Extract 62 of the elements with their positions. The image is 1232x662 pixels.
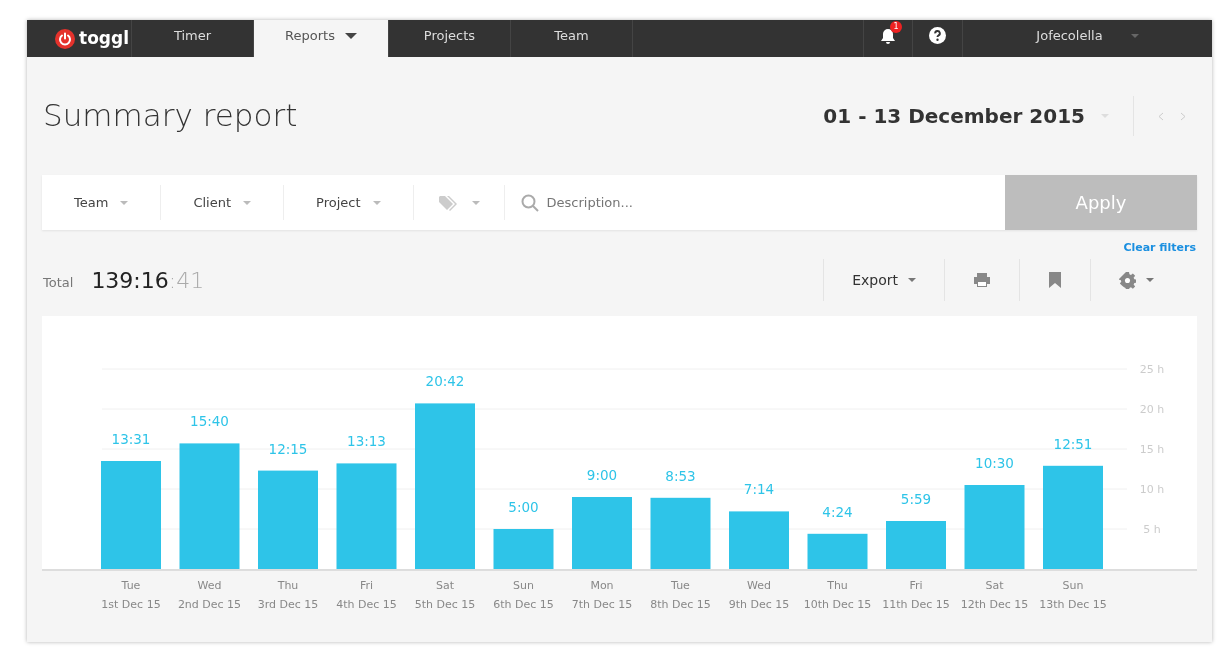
filter-dropdown[interactable]: Project [284,185,414,220]
print-icon [973,272,991,288]
date-label: 11th Dec 15 [882,598,950,611]
day-label: Tue [121,579,141,592]
day-label: Wed [747,579,771,592]
day-label: Thu [827,579,848,592]
day-label: Fri [359,579,374,592]
date-range-picker[interactable]: 01 - 13 December 2015 [823,101,1085,131]
value-label: 20:42 [425,373,465,390]
day-label: Mon [590,579,614,592]
toggl-logo[interactable]: toggl [27,20,132,57]
bookmark-icon [1048,272,1062,288]
value-label: 12:51 [1053,435,1093,452]
value-label: 5:59 [900,491,932,507]
value-label: 13:31 [111,431,151,447]
day-label: Tue [671,579,690,592]
power-icon [55,28,75,49]
nav-tab[interactable]: Reports [254,20,389,57]
tag-icon [437,194,460,211]
total-label: Total [43,274,74,293]
notification-badge: 1 [890,21,902,33]
value-label: 7:14 [743,481,775,498]
search-icon [520,193,539,212]
date-label: 2nd Dec 15 [177,598,242,611]
settings-icon [1119,271,1136,289]
value-label: 9:00 [586,467,618,483]
date-label: 12th Dec 15 [960,598,1029,611]
date-label: 7th Dec 15 [571,598,633,611]
day-label: Sat [985,579,1004,592]
total-duration: 139:16:41 [91,266,205,295]
date-label: 1st Dec 15 [101,598,161,611]
value-label: 5:00 [508,499,539,515]
date-label: 10th Dec 15 [803,598,872,611]
value-label: 13:13 [347,433,386,450]
notifications-button[interactable]: 1 [863,20,912,57]
nav-tab[interactable]: Projects [389,20,511,57]
value-label: 4:24 [822,503,853,520]
date-label: 8th Dec 15 [650,598,711,611]
day-label: Sun [1062,579,1084,592]
date-label: 13th Dec 15 [1039,598,1107,611]
page-title: Summary report [43,97,298,135]
export-button[interactable]: Export [823,259,944,301]
filter-dropdown[interactable]: Client [161,185,284,220]
help-icon [929,27,946,44]
day-label: Sat [436,579,454,592]
value-label: 10:30 [975,455,1014,471]
nav-tab[interactable]: Team [511,20,633,57]
value-label: 8:53 [665,467,696,484]
day-label: Thu [277,579,299,592]
date-label: 4th Dec 15 [336,598,397,611]
bell-icon [880,27,896,44]
value-label: 15:40 [190,413,229,430]
day-label: Sun [513,579,534,592]
date-label: 6th Dec 15 [493,598,554,611]
date-label: 3rd Dec 15 [257,598,319,611]
date-label: 5th Dec 15 [414,598,476,611]
filter-dropdown[interactable]: Team [42,185,162,220]
day-label: Wed [197,579,222,592]
user-menu[interactable]: Jofecolella [962,20,1212,57]
date-label: 9th Dec 15 [728,598,790,611]
day-label: Fri [909,579,923,592]
value-label: 12:15 [268,440,308,457]
